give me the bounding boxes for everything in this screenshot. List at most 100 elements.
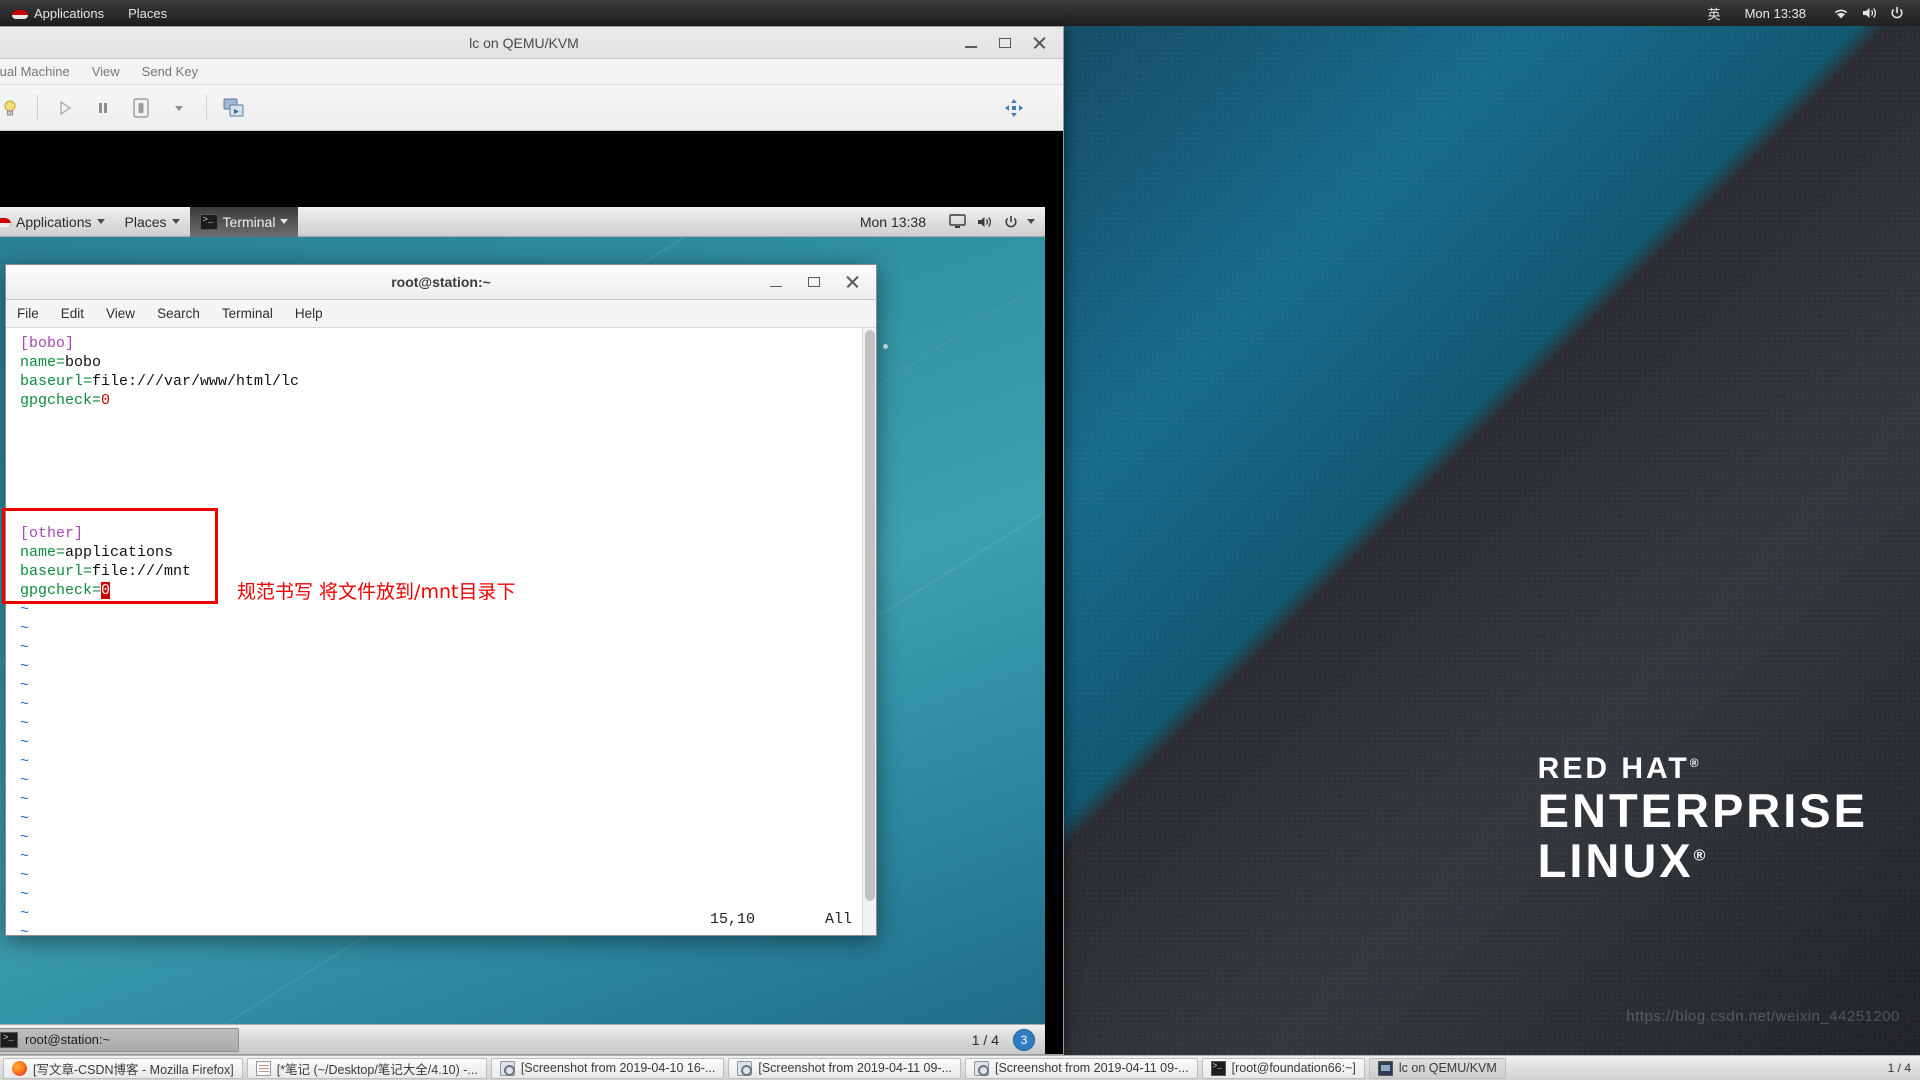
scrollbar-thumb[interactable] [865, 330, 875, 901]
terminal-line: ~ [20, 619, 854, 638]
terminal-span: ~ [20, 601, 30, 618]
taskbar-item-label: [root@foundation66:~] [1231, 1061, 1356, 1075]
rhel-branding: RED HAT® ENTERPRISE LINUX® [1537, 752, 1868, 887]
vm-titlebar[interactable]: lc on QEMU/KVM [0, 27, 1063, 59]
guest-places-label: Places [124, 213, 167, 230]
terminal-span: ~ [20, 867, 30, 884]
guest-clock[interactable]: Mon 13:38 [850, 207, 936, 237]
close-icon[interactable] [844, 274, 860, 290]
host-applications-menu[interactable]: Applications [0, 0, 116, 26]
terminal-menu-search[interactable]: Search [146, 300, 211, 328]
terminal-span: [bobo] [20, 335, 75, 352]
terminal-menu-view[interactable]: View [95, 300, 146, 328]
chevron-down-icon [96, 219, 105, 224]
terminal-span: ~ [20, 620, 30, 637]
terminal-span: ~ [20, 677, 30, 694]
taskbar-item-screenshot-3[interactable]: [Screenshot from 2019-04-11 09-... [965, 1057, 1198, 1079]
terminal-body[interactable]: [bobo] name=bobo baseurl=file:///var/www/h… [6, 328, 876, 935]
terminal-line: ~ [20, 638, 854, 657]
fullscreen-icon[interactable] [997, 91, 1031, 125]
vm-toolbar [0, 85, 1063, 131]
annotation-text: 规范书写 将文件放到/mnt目录下 [237, 581, 516, 603]
pause-icon[interactable] [86, 91, 120, 125]
terminal-menu-terminal[interactable]: Terminal [211, 300, 284, 328]
shutdown-icon[interactable] [124, 91, 158, 125]
taskbar-item-label: [Screenshot from 2019-04-11 09-... [758, 1061, 952, 1075]
guest-applications-menu[interactable]: Applications [0, 207, 115, 237]
guest-places-menu[interactable]: Places [115, 207, 190, 237]
terminal-span: ~ [20, 658, 30, 675]
terminal-span: baseurl= [20, 563, 93, 580]
host-places-label: Places [128, 5, 168, 21]
terminal-line: ~ [20, 657, 854, 676]
volume-icon[interactable] [1858, 2, 1880, 24]
terminal-span: gpgcheck= [20, 582, 102, 599]
minimize-icon[interactable] [963, 35, 979, 51]
taskbar-item-firefox[interactable]: [写文章-CSDN博客 - Mozilla Firefox] [3, 1057, 243, 1079]
terminal-span: file:///var/www/html/lc [92, 373, 300, 390]
wifi-icon[interactable] [1830, 2, 1852, 24]
guest-desktop[interactable]: Applications Places >_ Terminal Mon 13:3… [0, 207, 1045, 1054]
taskbar-item-virt-manager[interactable]: lc on QEMU/KVM [1368, 1057, 1506, 1079]
chevron-down-icon [280, 219, 289, 224]
power-icon[interactable] [1000, 211, 1022, 233]
terminal-span: baseurl= [20, 373, 93, 390]
guest-task-button-terminal[interactable]: >_ root@station:~ [0, 1027, 239, 1052]
vm-menu-send-key[interactable]: Send Key [131, 59, 209, 85]
terminal-span: name= [20, 354, 66, 371]
minimize-icon[interactable] [768, 274, 784, 290]
brand-line-3: LINUX [1537, 833, 1694, 887]
close-icon[interactable] [1031, 35, 1047, 51]
guest-tray [936, 207, 1045, 237]
power-icon[interactable] [1886, 2, 1908, 24]
guest-vm-screen[interactable]: Applications Places >_ Terminal Mon 13:3… [0, 132, 1045, 1054]
screenshot-icon[interactable] [217, 91, 251, 125]
terminal-menu-edit[interactable]: Edit [50, 300, 95, 328]
vim-scroll-indicator: All [824, 911, 852, 928]
terminal-menu-file[interactable]: File [6, 300, 50, 328]
terminal-span: ~ [20, 696, 30, 713]
terminal-scrollbar[interactable] [862, 328, 876, 935]
host-clock[interactable]: Mon 13:38 [1733, 0, 1818, 26]
virt-manager-window[interactable]: lc on QEMU/KVM tual Machine View Send Ke… [0, 26, 1064, 1055]
terminal-window-controls [768, 274, 876, 290]
display-icon[interactable] [946, 211, 968, 233]
guest-active-app-terminal[interactable]: >_ Terminal [189, 207, 299, 237]
workspace-switcher-button[interactable]: 3 [1013, 1028, 1035, 1051]
chevron-down-icon[interactable] [1027, 219, 1035, 224]
maximize-icon[interactable] [997, 35, 1013, 51]
terminal-span: gpgcheck= [20, 392, 102, 409]
guest-top-panel: Applications Places >_ Terminal Mon 13:3… [0, 207, 1045, 237]
terminal-span: ~ [20, 772, 30, 789]
vm-menu-view[interactable]: View [81, 59, 131, 85]
terminal-text-content: [bobo] name=bobo baseurl=file:///var/www/h… [20, 334, 854, 935]
play-icon[interactable] [48, 91, 82, 125]
volume-icon[interactable] [973, 211, 995, 233]
terminal-titlebar[interactable]: root@station:~ [6, 265, 876, 300]
taskbar-item-notes[interactable]: [*笔记 (~/Desktop/笔记大全/4.10) -... [246, 1057, 487, 1079]
input-method-indicator[interactable]: 英 [1696, 0, 1733, 26]
taskbar-item-root-terminal[interactable]: >_ [root@foundation66:~] [1201, 1057, 1365, 1079]
taskbar-item-label: [Screenshot from 2019-04-11 09-... [995, 1061, 1189, 1075]
vm-icon [1377, 1060, 1393, 1076]
chevron-down-icon[interactable] [162, 91, 196, 125]
screenshot-icon [499, 1060, 515, 1076]
terminal-line: ~ [20, 752, 854, 771]
lightbulb-icon[interactable] [0, 91, 27, 125]
maximize-icon[interactable] [806, 274, 822, 290]
guest-active-app-label: Terminal [222, 213, 276, 230]
terminal-menu-help[interactable]: Help [284, 300, 334, 328]
taskbar-item-screenshot-1[interactable]: [Screenshot from 2019-04-10 16-... [490, 1057, 725, 1079]
taskbar-item-label: lc on QEMU/KVM [1398, 1061, 1497, 1075]
terminal-icon: >_ [1210, 1060, 1226, 1076]
vm-menu-virtual-machine[interactable]: tual Machine [0, 59, 81, 85]
guest-clock-label: Mon 13:38 [859, 213, 926, 230]
taskbar-item-screenshot-2[interactable]: [Screenshot from 2019-04-11 09-... [728, 1057, 961, 1079]
guest-workspace-indicator: 1 / 4 [971, 1031, 999, 1048]
host-places-menu[interactable]: Places [116, 0, 179, 26]
